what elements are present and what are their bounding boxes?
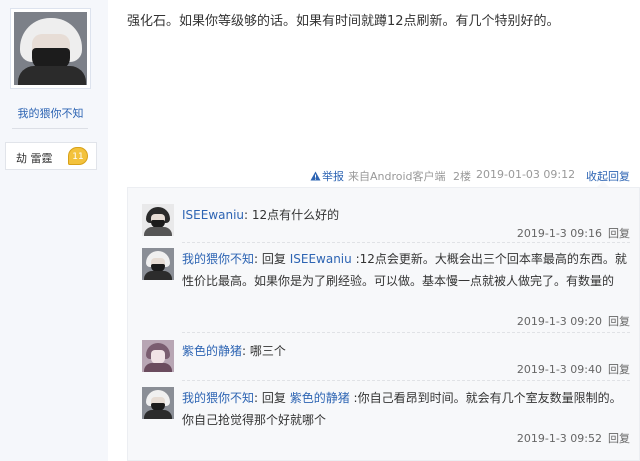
reply-avatar[interactable] bbox=[142, 387, 174, 419]
reply-time: 2019-1-3 09:16 bbox=[516, 227, 602, 240]
reply-button[interactable]: 回复 bbox=[608, 363, 630, 376]
reply-time: 2019-1-3 09:20 bbox=[516, 315, 602, 328]
reply-target-user[interactable]: ISEEwaniu bbox=[290, 252, 352, 266]
author-name-link[interactable]: 我的猥你不知 bbox=[0, 105, 101, 121]
reply-text: 我的猥你不知: 回复 紫色的静猪 :你自己看昂到时间。就会有几个室友数量限制的。… bbox=[182, 387, 630, 431]
client-source[interactable]: 来自Android客户端 bbox=[348, 168, 446, 184]
reply-time: 2019-1-3 09:52 bbox=[516, 432, 602, 445]
reply-username[interactable]: 我的猥你不知 bbox=[182, 252, 254, 266]
warning-icon bbox=[310, 171, 321, 181]
reply-button[interactable]: 回复 bbox=[608, 432, 630, 445]
reply-prefix: : 回复 bbox=[254, 391, 290, 405]
reply-body: : 12点有什么好的 bbox=[244, 208, 340, 222]
reply-prefix: : 回复 bbox=[254, 252, 290, 266]
reply-divider bbox=[182, 380, 630, 381]
reply-meta: 2019-1-3 09:20 回复 bbox=[517, 313, 630, 329]
reply-item: 我的猥你不知: 回复 紫色的静猪 :你自己看昂到时间。就会有几个室友数量限制的。… bbox=[142, 387, 632, 453]
floor-number: 2楼 bbox=[453, 170, 471, 183]
reply-avatar[interactable] bbox=[142, 248, 174, 280]
post-content: 强化石。如果你等级够的话。如果有时间就蹲12点刷新。有几个特别好的。 bbox=[127, 14, 560, 29]
author-avatar[interactable] bbox=[10, 8, 91, 89]
reply-divider bbox=[182, 332, 630, 333]
reply-target-user[interactable]: 紫色的静猪 bbox=[290, 391, 350, 405]
divider bbox=[12, 128, 88, 129]
reply-time: 2019-1-3 09:40 bbox=[516, 363, 602, 376]
reply-username[interactable]: 我的猥你不知 bbox=[182, 391, 254, 405]
reply-text: 我的猥你不知: 回复 ISEEwaniu :12点会更新。大概会出三个回本率最高… bbox=[182, 248, 630, 292]
reply-divider bbox=[182, 242, 630, 243]
reply-button[interactable]: 回复 bbox=[608, 315, 630, 328]
reply-body: : 哪三个 bbox=[242, 344, 286, 358]
reply-text: 紫色的静猪: 哪三个 bbox=[182, 340, 630, 362]
reply-meta: 2019-1-3 09:52 回复 bbox=[517, 430, 630, 446]
author-panel: 我的猥你不知 劫 雷霆 11 bbox=[0, 0, 108, 461]
report-link[interactable]: 举报 bbox=[310, 168, 344, 184]
reply-item: 紫色的静猪: 哪三个 2019-1-3 09:40 回复 bbox=[142, 340, 632, 382]
reply-meta: 2019-1-3 09:16 回复 bbox=[517, 225, 630, 241]
level-badge: 11 bbox=[68, 147, 88, 165]
reply-text: ISEEwaniu: 12点有什么好的 bbox=[182, 204, 630, 226]
post-time: 2019-01-03 09:12 bbox=[476, 168, 576, 181]
rank-box: 劫 雷霆 11 bbox=[5, 142, 97, 170]
reply-avatar[interactable] bbox=[142, 204, 174, 236]
reply-username[interactable]: ISEEwaniu bbox=[182, 208, 244, 222]
report-label: 举报 bbox=[322, 170, 344, 183]
reply-avatar[interactable] bbox=[142, 340, 174, 372]
reply-item: 我的猥你不知: 回复 ISEEwaniu :12点会更新。大概会出三个回本率最高… bbox=[142, 248, 632, 336]
reply-username[interactable]: 紫色的静猪 bbox=[182, 344, 242, 358]
rank-name: 劫 雷霆 bbox=[16, 152, 53, 165]
reply-button[interactable]: 回复 bbox=[608, 227, 630, 240]
reply-meta: 2019-1-3 09:40 回复 bbox=[517, 361, 630, 377]
